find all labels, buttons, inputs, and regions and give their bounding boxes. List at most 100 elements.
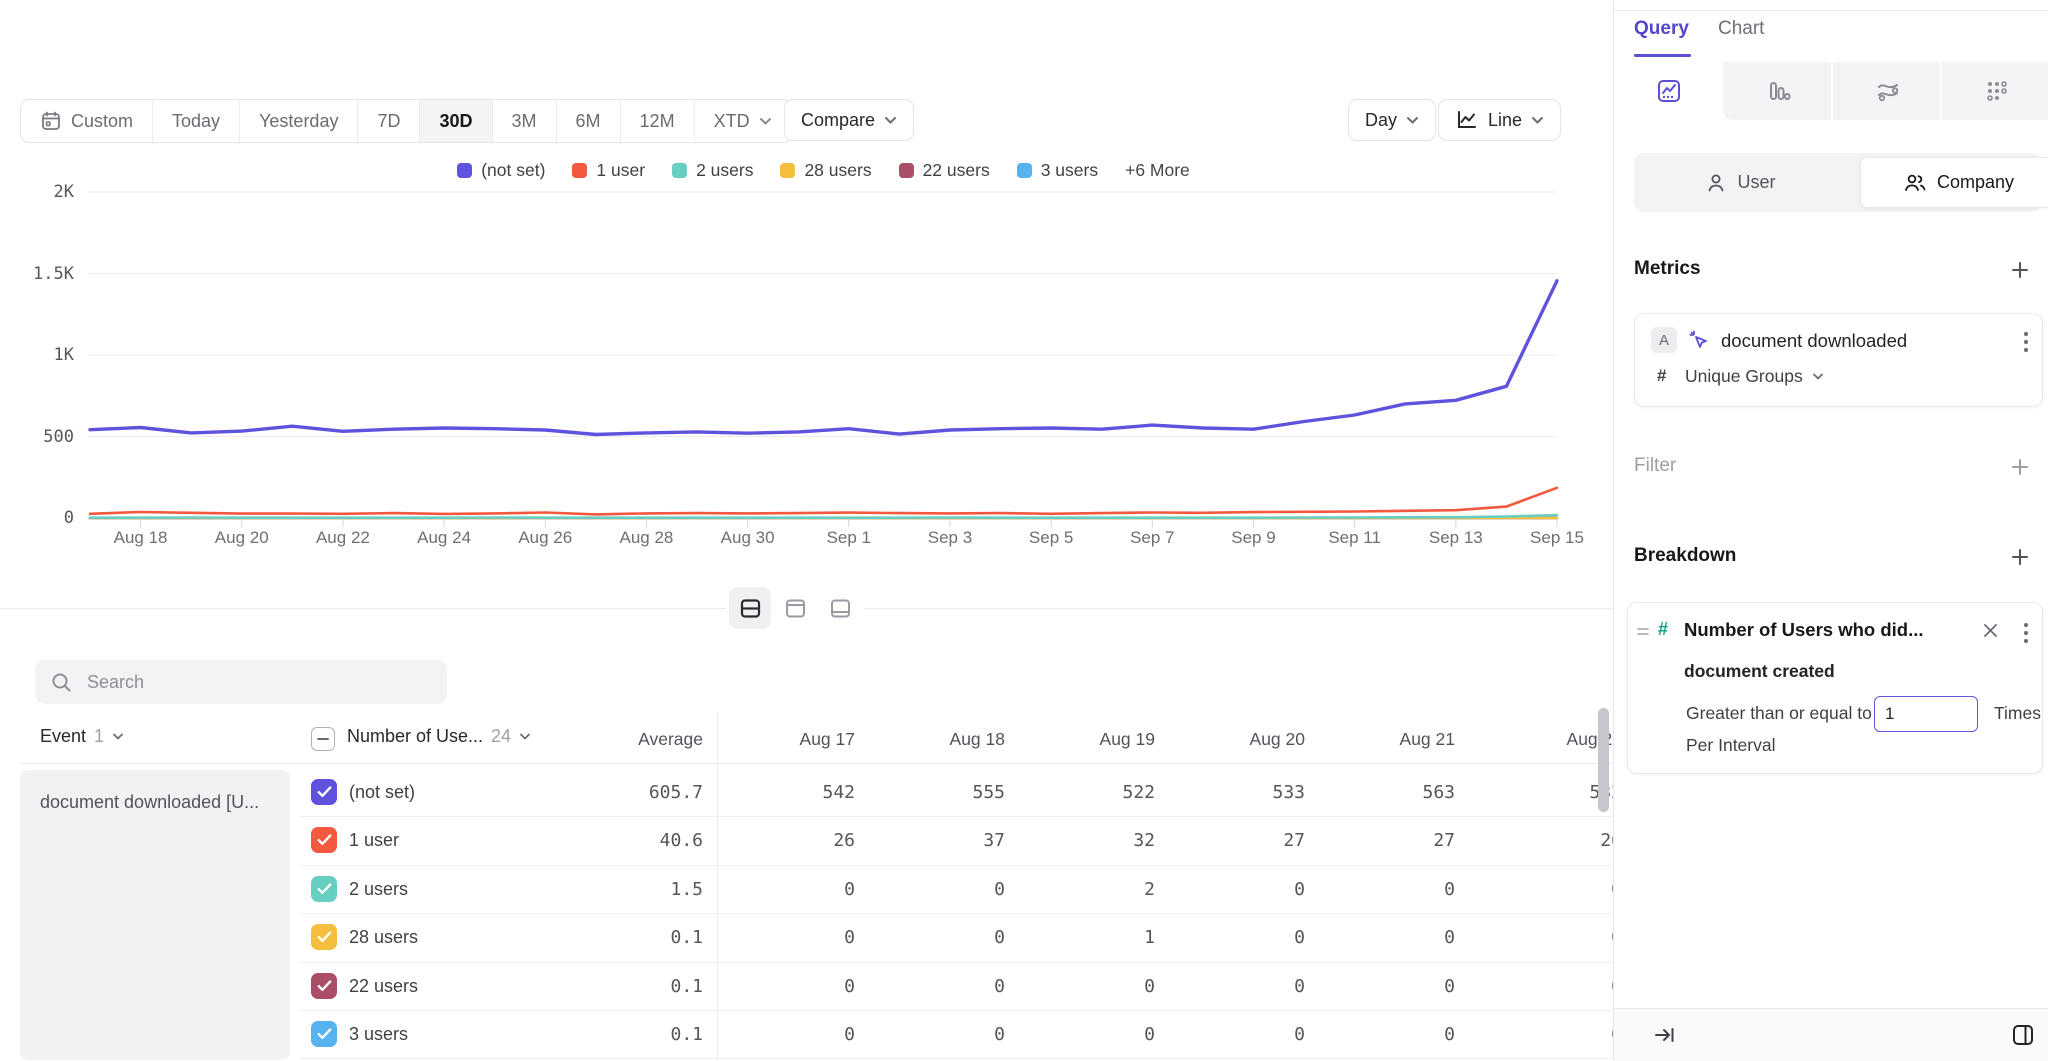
column-header-aug-18[interactable]: Aug 18 [855, 729, 1005, 750]
measure-dropdown[interactable]: Unique Groups [1685, 366, 1824, 387]
cell-value: 0 [1005, 1024, 1155, 1045]
cell-value: 0 [1305, 927, 1455, 948]
series-column-header[interactable]: Number of Use... 24 [347, 726, 531, 747]
series-checkbox[interactable] [311, 973, 337, 999]
column-header-aug-19[interactable]: Aug 19 [1005, 729, 1155, 750]
add-breakdown-button[interactable] [2008, 545, 2032, 569]
range-xtd[interactable]: XTD [694, 100, 791, 142]
chevron-down-icon [519, 733, 531, 741]
range-label: Today [172, 111, 220, 132]
breakdown-menu-button[interactable] [2022, 621, 2030, 645]
compare-button[interactable]: Compare [784, 99, 914, 141]
event-pointer-icon [1687, 328, 1711, 352]
chart-kind-grid-tab[interactable] [1942, 62, 2048, 120]
split-view-button[interactable] [729, 587, 771, 629]
check-icon [317, 931, 332, 943]
collapse-panel-icon[interactable] [1654, 1025, 1676, 1045]
chart-kind-flow-tab[interactable] [1833, 62, 1942, 120]
drag-handle-icon[interactable] [1636, 625, 1650, 639]
range-custom[interactable]: Custom [21, 100, 152, 142]
x-tick-label: Aug 18 [93, 528, 189, 548]
search-input[interactable] [85, 671, 409, 694]
top-panel-view-button[interactable] [774, 587, 816, 629]
row-separator [300, 1058, 1613, 1059]
metric-event-name[interactable]: document downloaded [1721, 330, 1907, 352]
chart-kind-line-tab[interactable] [1614, 62, 1723, 120]
event-header-label: Event [40, 726, 86, 747]
range-7d[interactable]: 7D [357, 100, 419, 142]
range-label: 30D [439, 111, 472, 132]
x-tick-label: Sep 5 [1003, 528, 1099, 548]
cell-value: 0 [1472, 879, 1613, 900]
granularity-label: Day [1365, 110, 1397, 131]
range-yesterday[interactable]: Yesterday [239, 100, 357, 142]
x-tick-label: Aug 20 [194, 528, 290, 548]
x-tick-label: Sep 9 [1205, 528, 1301, 548]
range-3m[interactable]: 3M [492, 100, 556, 142]
panel-layout-icon[interactable] [2011, 1023, 2035, 1047]
range-label: 12M [640, 111, 675, 132]
series-checkbox[interactable] [311, 924, 337, 950]
x-tick-label: Aug 22 [295, 528, 391, 548]
column-header-average[interactable]: Average [553, 729, 703, 750]
cell-value: 0 [705, 879, 855, 900]
cell-value: 533 [1155, 782, 1305, 803]
table-scrollbar-thumb[interactable] [1598, 708, 1609, 812]
column-header-aug-17[interactable]: Aug 17 [705, 729, 855, 750]
column-header-aug-20[interactable]: Aug 20 [1155, 729, 1305, 750]
times-unit-label: Times [1994, 703, 2041, 724]
cell-value: 0 [1155, 879, 1305, 900]
add-metric-button[interactable] [2008, 258, 2032, 282]
metric-card[interactable]: A document downloaded # Unique Groups [1634, 313, 2043, 407]
event-column-header[interactable]: Event 1 [40, 726, 124, 747]
series-header-label: Number of Use... [347, 726, 483, 747]
series-checkbox[interactable] [311, 779, 337, 805]
range-30d[interactable]: 30D [419, 100, 491, 142]
chart-kind-bar-tab[interactable] [1724, 62, 1833, 120]
cell-value: 555 [855, 782, 1005, 803]
chevron-down-icon [1531, 116, 1544, 125]
line-chart-canvas[interactable] [0, 150, 1613, 560]
plus-icon [2010, 457, 2030, 477]
cell-value: 0 [855, 1024, 1005, 1045]
check-icon [317, 834, 332, 846]
column-header-aug-22[interactable]: Aug 22 [1472, 729, 1613, 750]
plus-icon [2010, 547, 2030, 567]
bottom-panel-view-button[interactable] [819, 587, 861, 629]
series-count: 24 [491, 726, 511, 747]
cell-value: 0 [705, 927, 855, 948]
scope-company[interactable]: Company [1860, 157, 2048, 208]
cell-value: 0 [855, 879, 1005, 900]
series-checkbox[interactable] [311, 876, 337, 902]
cell-value: 0 [1305, 1024, 1455, 1045]
add-filter-button[interactable] [2008, 455, 2032, 479]
number-property-icon: # [1658, 619, 1668, 640]
range-label: Yesterday [259, 111, 338, 132]
chevron-down-icon [884, 116, 897, 125]
event-list-cell[interactable]: document downloaded [U... [20, 770, 290, 1060]
condition-label: Greater than or equal to [1686, 703, 1872, 724]
range-12m[interactable]: 12M [620, 100, 694, 142]
metric-menu-button[interactable] [2022, 330, 2030, 354]
filter-title: Filter [1634, 455, 1676, 477]
times-value-input[interactable] [1874, 696, 1978, 732]
scope-user[interactable]: User [1634, 153, 1847, 212]
column-header-aug-21[interactable]: Aug 21 [1305, 729, 1455, 750]
cell-value: 27 [1155, 830, 1305, 851]
series-checkbox[interactable] [311, 1021, 337, 1047]
y-tick-label: 1K [12, 345, 74, 365]
series-checkbox[interactable] [311, 827, 337, 853]
cell-value: 1 [1005, 927, 1155, 948]
breakdown-card-title[interactable]: Number of Users who did... [1684, 619, 1924, 641]
y-tick-label: 1.5K [12, 264, 74, 284]
per-interval-label: Per Interval [1686, 735, 1775, 756]
granularity-button[interactable]: Day [1348, 99, 1436, 141]
close-icon[interactable] [1983, 623, 1998, 638]
tab-query[interactable]: Query [1634, 18, 1689, 40]
range-today[interactable]: Today [152, 100, 239, 142]
range-6m[interactable]: 6M [556, 100, 620, 142]
select-all-checkbox[interactable] [311, 727, 335, 751]
x-tick-label: Sep 11 [1307, 528, 1403, 548]
tab-chart[interactable]: Chart [1718, 18, 1764, 40]
chart-type-button[interactable]: Line [1438, 99, 1561, 141]
